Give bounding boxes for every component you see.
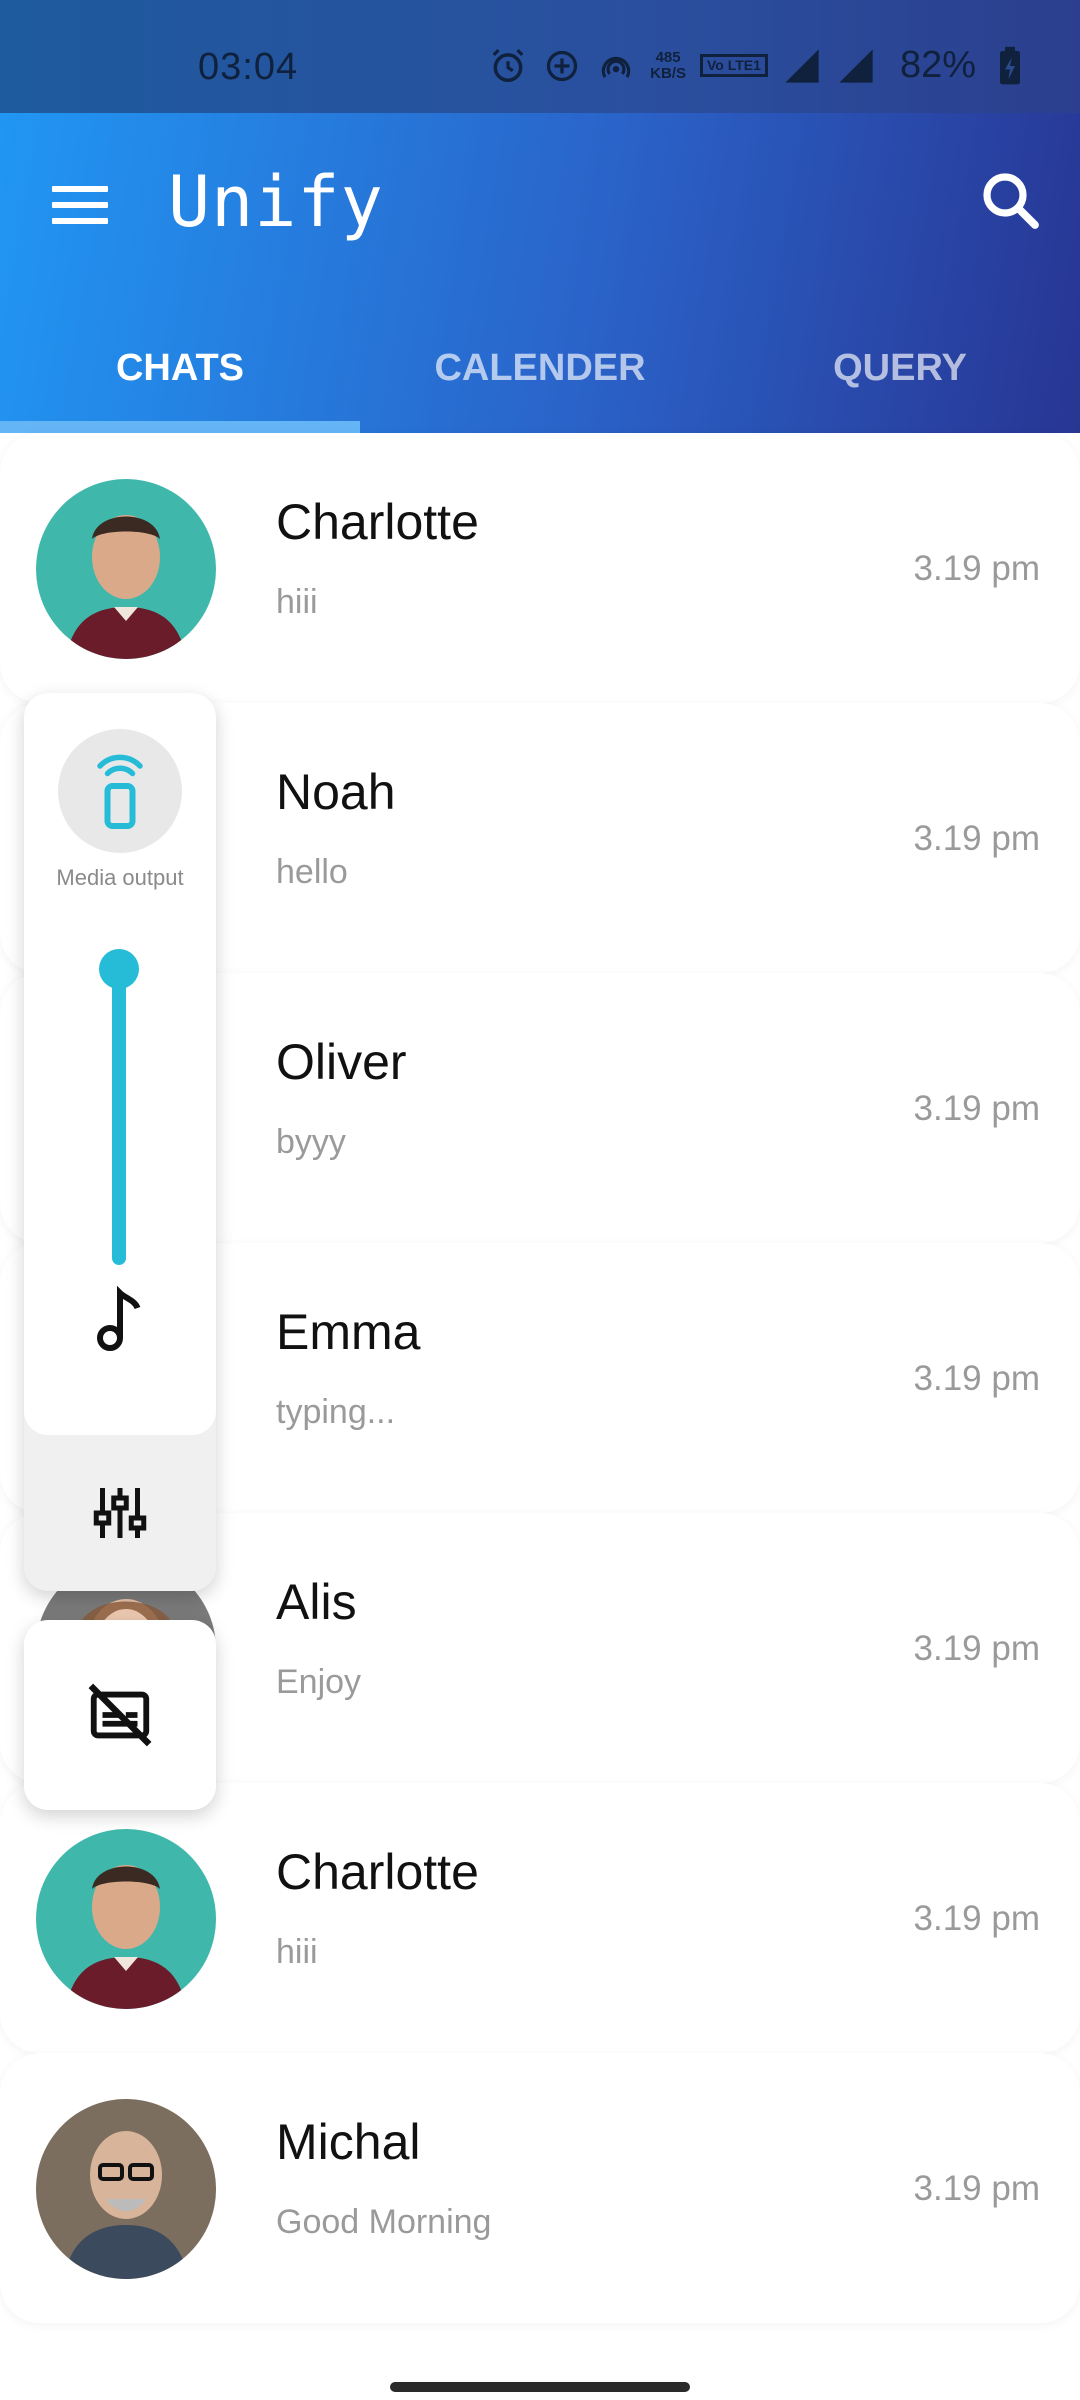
chat-time: 3.19 pm: [913, 1089, 1040, 1128]
status-bar: 03:04 485 KB/S Vo LTE1 82%: [0, 0, 1080, 113]
chat-message: hiii: [276, 583, 318, 621]
avatar: [36, 2099, 216, 2279]
music-note-icon[interactable]: [90, 1283, 150, 1353]
status-time: 03:04: [198, 46, 299, 88]
speed-unit: KB/S: [650, 64, 686, 82]
battery-percent: 82%: [899, 44, 976, 86]
alarm-icon: [488, 46, 528, 86]
chat-name: Charlotte: [276, 1844, 479, 1900]
signal-4g-icon: [782, 46, 822, 86]
tab-calender[interactable]: CALENDER: [360, 313, 720, 423]
network-speed: 485 KB/S: [650, 48, 686, 82]
status-icons: 485 KB/S Vo LTE1 82%: [488, 44, 1030, 87]
volte-badge: Vo LTE1: [700, 54, 768, 77]
tab-query[interactable]: QUERY: [720, 313, 1080, 423]
avatar: [36, 479, 216, 659]
chat-time: 3.19 pm: [913, 549, 1040, 588]
avatar: [36, 1829, 216, 2009]
chat-message: hello: [276, 853, 348, 891]
chat-item[interactable]: Charlotte hiii 3.19 pm: [0, 433, 1080, 703]
volume-slider-track[interactable]: [112, 965, 126, 1265]
chat-time: 3.19 pm: [913, 1359, 1040, 1398]
signal-icon: [836, 46, 876, 86]
media-output-label: Media output: [56, 865, 184, 890]
chat-name: Emma: [276, 1304, 421, 1360]
chat-name: Charlotte: [276, 494, 479, 550]
chat-message: hiii: [276, 1933, 318, 1971]
tab-chats[interactable]: CHATS: [0, 313, 360, 423]
chat-name: Michal: [276, 2114, 421, 2170]
chat-time: 3.19 pm: [913, 1629, 1040, 1668]
captions-off-icon: [88, 1683, 152, 1747]
volume-slider-thumb[interactable]: [99, 949, 139, 989]
tab-indicator: [0, 421, 360, 433]
media-output-button[interactable]: [58, 729, 182, 853]
chat-item[interactable]: Michal Good Morning 3.19 pm: [0, 2053, 1080, 2323]
speed-value: 485: [655, 48, 681, 66]
chat-name: Alis: [276, 1574, 357, 1630]
chat-time: 3.19 pm: [913, 2169, 1040, 2208]
data-saver-icon: [542, 46, 582, 86]
app-bar: Unify CHATS CALENDER QUERY: [0, 113, 1080, 433]
menu-icon[interactable]: [52, 173, 116, 237]
chat-name: Noah: [276, 764, 396, 820]
tab-bar: CHATS CALENDER QUERY: [0, 313, 1080, 433]
home-indicator[interactable]: [390, 2382, 690, 2392]
media-output-icon: [97, 754, 143, 829]
chat-item[interactable]: Charlotte hiii 3.19 pm: [0, 1783, 1080, 2053]
chat-time: 3.19 pm: [913, 819, 1040, 858]
search-icon[interactable]: [975, 165, 1047, 237]
chat-message: Good Morning: [276, 2203, 492, 2241]
chat-message: Enjoy: [276, 1663, 362, 1701]
app-title: Unify: [168, 161, 384, 243]
battery-charging-icon: [990, 46, 1030, 86]
equalizer-icon[interactable]: [90, 1483, 150, 1543]
live-caption-button[interactable]: [24, 1620, 216, 1810]
chat-time: 3.19 pm: [913, 1899, 1040, 1938]
hotspot-icon: [596, 46, 636, 86]
volume-panel-main: Media output: [24, 693, 216, 1435]
volume-panel: Media output: [24, 693, 216, 1591]
chat-message: typing...: [276, 1393, 396, 1431]
chat-message: byyy: [276, 1123, 346, 1161]
chat-name: Oliver: [276, 1034, 407, 1090]
